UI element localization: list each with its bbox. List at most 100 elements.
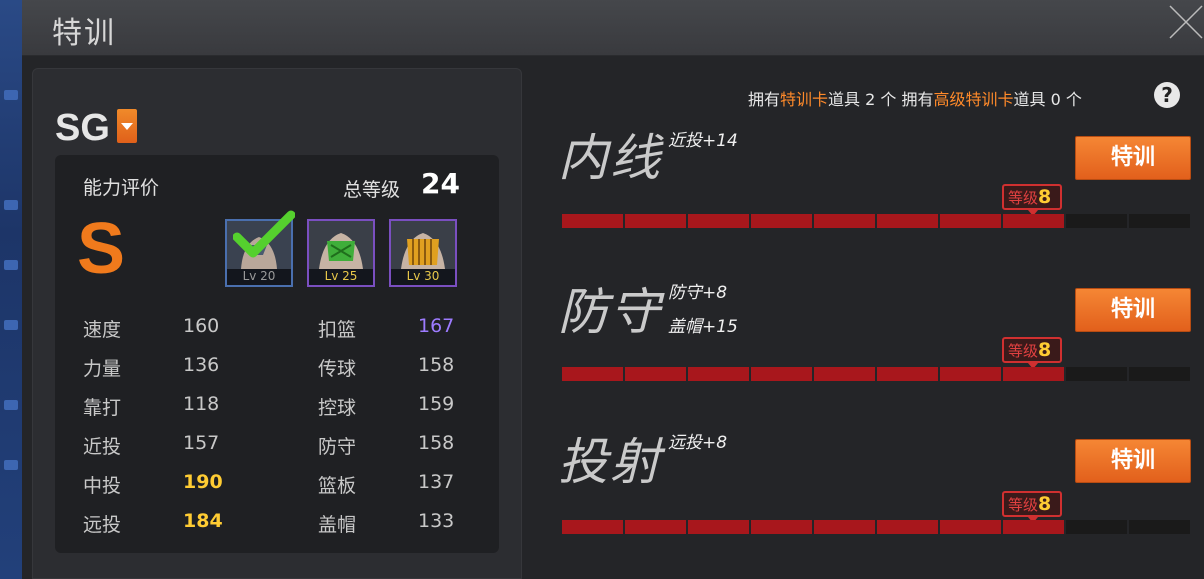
stat-name: 防守 xyxy=(318,436,357,458)
progress-segment xyxy=(1066,520,1127,534)
stat-row: 近投 157 xyxy=(83,432,219,459)
info-text: 道具 2 个 拥有 xyxy=(828,90,934,109)
position-label: SG xyxy=(55,107,110,149)
stat-name: 盖帽 xyxy=(318,514,357,536)
progress-segment xyxy=(751,214,812,228)
help-icon[interactable]: ? xyxy=(1154,82,1180,108)
progress-segment xyxy=(1066,214,1127,228)
progress-segment xyxy=(814,367,875,381)
progress-segment xyxy=(1003,367,1064,381)
stat-name: 传球 xyxy=(318,358,357,380)
stat-value: 190 xyxy=(183,471,223,493)
tattoo-badge-lv30[interactable]: Lv 30 xyxy=(389,219,457,287)
stat-name: 速度 xyxy=(83,319,122,341)
ability-panel: 能力评价 总等级 24 S Lv 20 Lv 25 Lv 30 速度 160 力… xyxy=(55,155,499,553)
progress-segment xyxy=(625,214,686,228)
background-strip xyxy=(0,0,22,579)
progress-segment xyxy=(1129,214,1190,228)
stat-value: 136 xyxy=(183,354,220,376)
level-value: 8 xyxy=(1038,339,1052,361)
train-button-defense[interactable]: 特训 xyxy=(1075,288,1191,332)
level-tag: 等级8 xyxy=(1002,491,1062,523)
info-text: 道具 0 个 xyxy=(1013,90,1082,109)
background-deco xyxy=(4,90,18,100)
stat-name: 中投 xyxy=(83,475,122,497)
section-title-inside: 内线 xyxy=(558,129,662,187)
level-label: 等级 xyxy=(1008,496,1039,514)
stat-name: 力量 xyxy=(83,358,122,380)
position-dropdown-button[interactable] xyxy=(117,109,137,143)
progress-segment xyxy=(877,520,938,534)
stat-value: 184 xyxy=(183,510,223,532)
background-deco xyxy=(4,320,18,330)
stat-row: 中投 190 xyxy=(83,471,223,498)
total-level-value: 24 xyxy=(421,167,460,200)
progress-segment xyxy=(940,367,1001,381)
progress-bar xyxy=(562,367,1192,381)
close-button[interactable] xyxy=(1164,0,1204,44)
items-info: 拥有特训卡道具 2 个 拥有高级特训卡道具 0 个 xyxy=(748,86,1082,110)
tattoo-badge-lv25[interactable]: Lv 25 xyxy=(307,219,375,287)
ability-eval-label: 能力评价 xyxy=(83,177,160,199)
progress-segment xyxy=(1066,367,1127,381)
progress-segment xyxy=(688,214,749,228)
stat-value: 158 xyxy=(418,354,455,376)
progress-segment xyxy=(814,520,875,534)
stat-row: 控球 159 xyxy=(318,393,454,420)
level-value: 8 xyxy=(1038,493,1052,515)
title-bar: 特训 xyxy=(22,0,1204,56)
tattoo-icon xyxy=(391,221,455,269)
stat-value: 157 xyxy=(183,432,220,454)
check-icon xyxy=(233,210,295,258)
stat-name: 扣篮 xyxy=(318,319,357,341)
badge-level: Lv 30 xyxy=(391,269,455,285)
level-tag: 等级8 xyxy=(1002,337,1062,369)
train-button-shooting[interactable]: 特训 xyxy=(1075,439,1191,483)
progress-segment xyxy=(814,214,875,228)
info-text: 拥有 xyxy=(748,90,781,109)
grade-badge: S xyxy=(77,209,126,289)
stat-row: 盖帽 133 xyxy=(318,510,454,537)
progress-segment xyxy=(688,367,749,381)
stat-value: 159 xyxy=(418,393,455,415)
stat-row: 防守 158 xyxy=(318,432,454,459)
stat-name: 控球 xyxy=(318,397,357,419)
badge-level: Lv 25 xyxy=(309,269,373,285)
section-bonus: 盖帽+15 xyxy=(668,317,738,337)
progress-segment xyxy=(1129,367,1190,381)
background-deco xyxy=(4,460,18,470)
stat-value: 158 xyxy=(418,432,455,454)
stat-value: 137 xyxy=(418,471,455,493)
stat-value: 133 xyxy=(418,510,455,532)
player-panel: SG 能力评价 总等级 24 S Lv 20 Lv 25 Lv 30 速度 16… xyxy=(32,68,522,579)
progress-segment xyxy=(940,520,1001,534)
close-icon xyxy=(1169,5,1203,39)
progress-segment xyxy=(1003,520,1064,534)
advanced-card-name: 高级特训卡 xyxy=(933,90,1014,109)
badge-level: Lv 20 xyxy=(227,269,291,285)
progress-segment xyxy=(562,367,623,381)
level-tag: 等级8 xyxy=(1002,184,1062,216)
train-button-inside[interactable]: 特训 xyxy=(1075,136,1191,180)
section-title-defense: 防守 xyxy=(558,283,662,341)
progress-segment xyxy=(1129,520,1190,534)
progress-segment xyxy=(562,520,623,534)
stat-row: 扣篮 167 xyxy=(318,315,454,342)
progress-segment xyxy=(625,367,686,381)
stat-row: 远投 184 xyxy=(83,510,223,537)
stat-row: 篮板 137 xyxy=(318,471,454,498)
level-label: 等级 xyxy=(1008,342,1039,360)
stat-name: 远投 xyxy=(83,514,122,536)
background-deco xyxy=(4,260,18,270)
progress-segment xyxy=(751,520,812,534)
section-title-shooting: 投射 xyxy=(558,433,662,491)
total-level-label: 总等级 xyxy=(343,179,401,201)
tattoo-icon xyxy=(309,221,373,269)
progress-segment xyxy=(877,367,938,381)
stat-row: 速度 160 xyxy=(83,315,219,342)
progress-bar xyxy=(562,520,1192,534)
stat-name: 靠打 xyxy=(83,397,122,419)
progress-segment xyxy=(751,367,812,381)
stat-row: 力量 136 xyxy=(83,354,219,381)
section-bonus: 防守+8 xyxy=(668,283,728,303)
